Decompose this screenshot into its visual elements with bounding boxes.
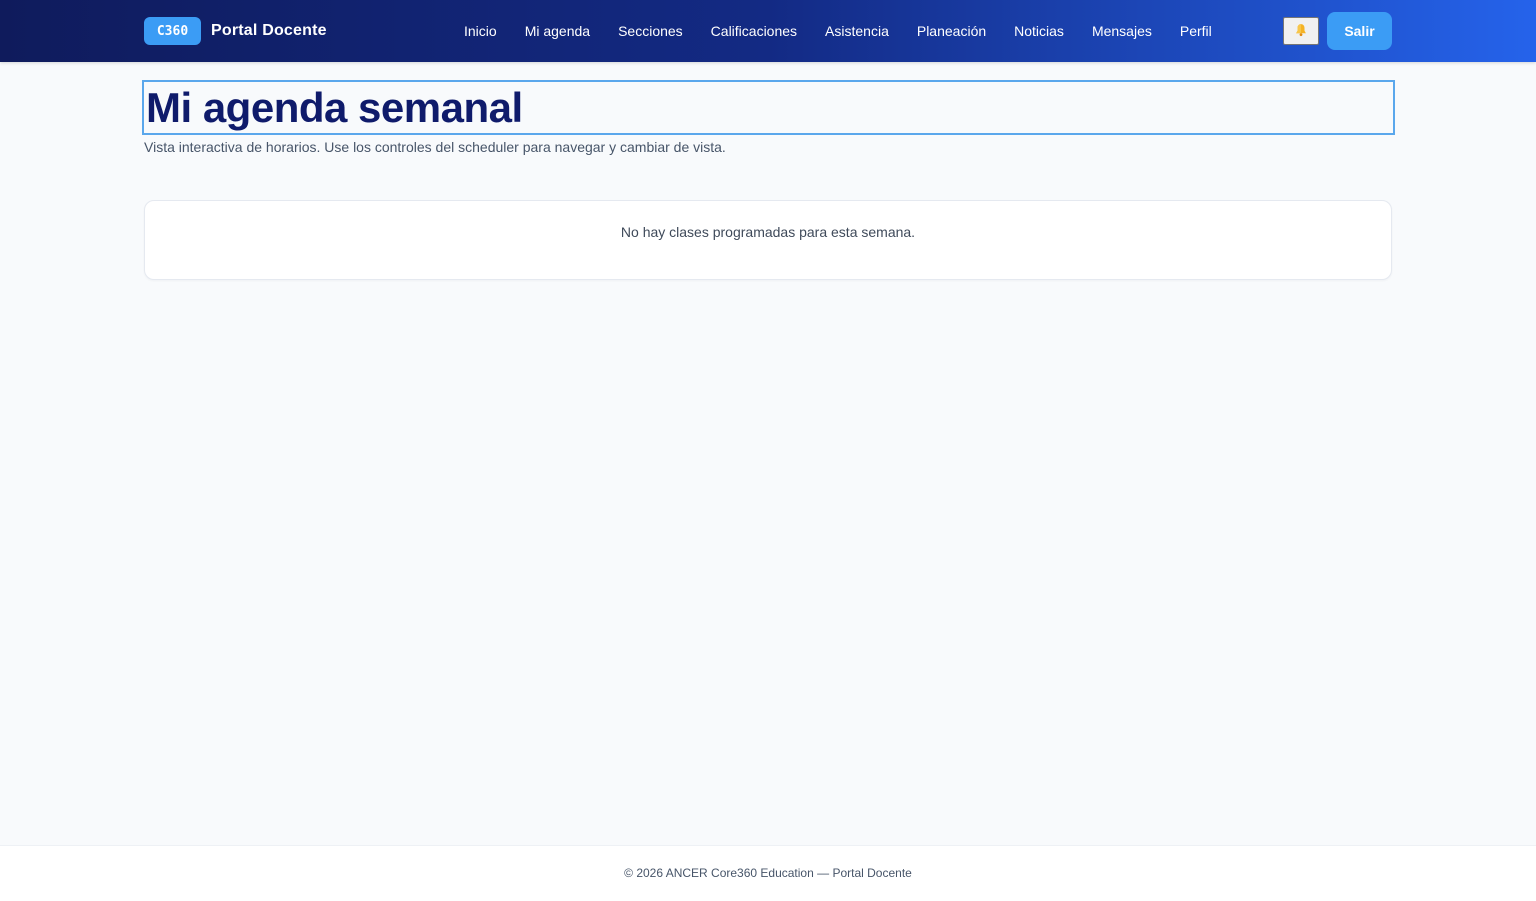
brand-title: Portal Docente bbox=[211, 22, 327, 39]
nav-link-asistencia[interactable]: Asistencia bbox=[811, 23, 903, 39]
nav-link-secciones[interactable]: Secciones bbox=[604, 23, 697, 39]
nav-link-planeacion[interactable]: Planeación bbox=[903, 23, 1000, 39]
schedule-empty-card: No hay clases programadas para esta sema… bbox=[144, 200, 1392, 280]
footer: © 2026 ANCER Core360 Education — Portal … bbox=[0, 845, 1536, 901]
nav-link-inicio[interactable]: Inicio bbox=[450, 23, 511, 39]
brand[interactable]: C360 Portal Docente bbox=[144, 17, 327, 45]
nav-link-mi-agenda[interactable]: Mi agenda bbox=[511, 23, 604, 39]
nav-link-noticias[interactable]: Noticias bbox=[1000, 23, 1078, 39]
footer-copyright: © 2026 ANCER Core360 Education — Portal … bbox=[624, 866, 912, 880]
bell-icon-svg bbox=[1296, 23, 1306, 36]
page-subtitle: Vista interactiva de horarios. Use los c… bbox=[144, 139, 726, 155]
main-nav: Inicio Mi agenda Secciones Calificacione… bbox=[450, 0, 1226, 62]
brand-logo-badge: C360 bbox=[144, 17, 201, 45]
logout-button[interactable]: Salir bbox=[1327, 12, 1392, 50]
empty-schedule-message: No hay clases programadas para esta sema… bbox=[620, 224, 916, 240]
nav-link-calificaciones[interactable]: Calificaciones bbox=[697, 23, 811, 39]
notifications-button[interactable] bbox=[1283, 17, 1319, 45]
top-navbar: C360 Portal Docente Inicio Mi agenda Sec… bbox=[0, 0, 1536, 62]
page-title: Mi agenda semanal bbox=[142, 80, 1395, 135]
nav-link-perfil[interactable]: Perfil bbox=[1166, 23, 1226, 39]
bell-icon bbox=[1294, 23, 1308, 40]
nav-link-mensajes[interactable]: Mensajes bbox=[1078, 23, 1166, 39]
